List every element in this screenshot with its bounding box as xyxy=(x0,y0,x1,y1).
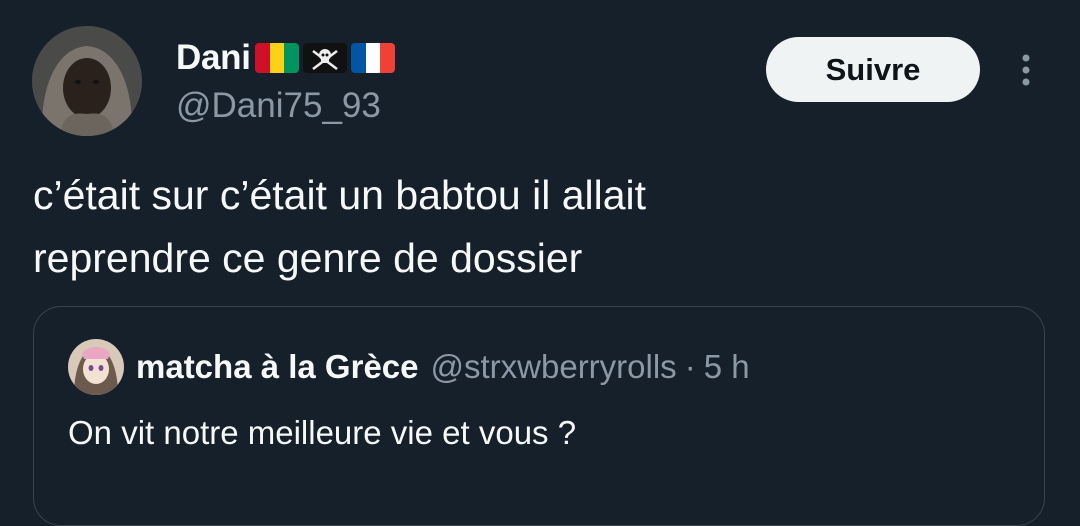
tweet-text-line: c’était sur c’était un babtou il allait xyxy=(33,172,647,218)
author-avatar[interactable] xyxy=(32,26,142,136)
guinea-flag-icon xyxy=(254,43,299,73)
more-vertical-icon xyxy=(1022,54,1030,86)
tweet-text: c’était sur c’était un babtou il allait … xyxy=(33,164,1013,290)
pirate-flag-icon xyxy=(302,43,347,73)
quoted-tweet-text: On vit notre meilleure vie et vous ? xyxy=(68,414,577,451)
quoted-separator: · xyxy=(684,348,696,385)
tweet-text-line: reprendre ce genre de dossier xyxy=(33,235,583,281)
france-flag-icon xyxy=(350,43,395,73)
author-name-row[interactable]: Dani xyxy=(176,36,395,80)
author-handle[interactable]: @Dani75_93 xyxy=(176,84,381,128)
quoted-tweet-header: matcha à la Grèce @strxwberryrolls · 5 h xyxy=(68,339,750,395)
more-options-button[interactable] xyxy=(1008,46,1044,94)
quoted-timestamp: 5 h xyxy=(703,348,750,385)
quoted-author-display-name: matcha à la Grèce xyxy=(136,348,419,385)
quoted-author-avatar xyxy=(68,339,124,395)
follow-button[interactable]: Suivre xyxy=(766,37,980,102)
quoted-tweet-card[interactable]: matcha à la Grèce @strxwberryrolls · 5 h… xyxy=(33,306,1045,526)
author-display-name[interactable]: Dani xyxy=(176,36,251,80)
quoted-author-handle: @strxwberryrolls xyxy=(430,348,677,385)
